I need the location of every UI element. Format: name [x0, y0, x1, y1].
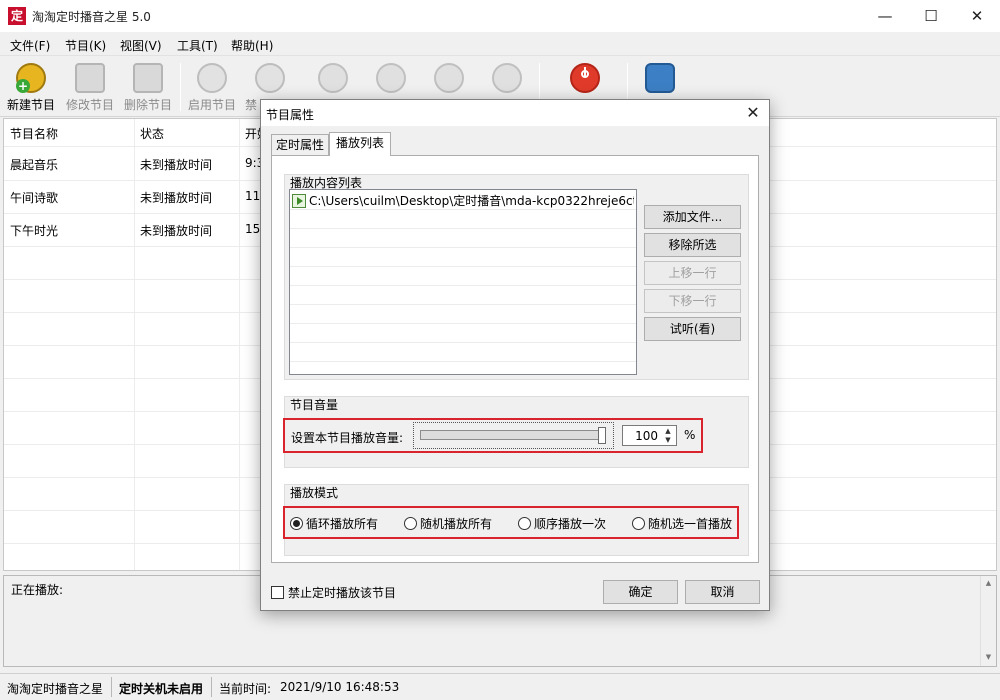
- menu-program[interactable]: 节目(K): [65, 37, 106, 54]
- arrow-top-icon: [318, 63, 348, 93]
- volume-group: 节目音量 设置本节目播放音量: 100 ▲ ▼ %: [283, 396, 749, 468]
- cell-status: 未到播放时间: [140, 158, 213, 172]
- cell-status: 未到播放时间: [140, 191, 213, 205]
- disable-timed-play-checkbox[interactable]: 禁止定时播放该节目: [271, 584, 396, 601]
- volume-value: 100: [635, 429, 658, 443]
- edit-document-icon: [75, 63, 105, 93]
- play-mode-highlight: 循环播放所有 随机播放所有 顺序播放一次 随机选一首播放: [283, 506, 739, 539]
- minimize-button[interactable]: —: [862, 0, 908, 32]
- playlist-item-path: C:\Users\cuilm\Desktop\定时播音\mda-kcp0322h…: [309, 194, 634, 208]
- edit-program-button[interactable]: 修改节目: [61, 61, 119, 115]
- disable-timed-play-label: 禁止定时播放该节目: [288, 586, 397, 600]
- close-button[interactable]: ✕: [954, 0, 1000, 32]
- menu-bar: 文件(F) 节目(K) 视图(V) 工具(T) 帮助(H): [0, 32, 1000, 56]
- volume-label: 设置本节目播放音量:: [291, 431, 404, 445]
- play-mode-group: 播放模式 循环播放所有 随机播放所有 顺序播放一次 随机选一首播放: [283, 484, 749, 556]
- volume-unit: %: [684, 428, 696, 442]
- maximize-button[interactable]: ☐: [908, 0, 954, 32]
- now-playing-scrollbar[interactable]: ▲ ▼: [980, 576, 996, 666]
- radio-sequential-once[interactable]: 顺序播放一次: [518, 515, 606, 532]
- radio-loop-all[interactable]: 循环播放所有: [290, 515, 378, 532]
- toolbar-separator: [180, 63, 181, 111]
- tab-playlist[interactable]: 播放列表: [329, 132, 391, 156]
- status-bar: 淘淘定时播音之星 定时关机未启用 当前时间: 2021/9/10 16:48:5…: [0, 673, 1000, 700]
- volume-group-title: 节目音量: [290, 398, 339, 412]
- radio-indicator: [404, 517, 417, 530]
- volume-highlight: 设置本节目播放音量: 100 ▲ ▼ %: [283, 418, 703, 453]
- move-up-row-button[interactable]: 上移一行: [644, 261, 741, 285]
- new-document-icon: +: [16, 63, 46, 93]
- radio-shuffle-all[interactable]: 随机播放所有: [404, 515, 492, 532]
- arrow-up-icon: [376, 63, 406, 93]
- playlist-listbox[interactable]: C:\Users\cuilm\Desktop\定时播音\mda-kcp0322h…: [289, 189, 637, 375]
- power-icon: [570, 63, 600, 93]
- arrow-bottom-icon: [492, 63, 522, 93]
- volume-slider-fill: [421, 431, 605, 439]
- status-time-value: 2021/9/10 16:48:53: [280, 680, 400, 694]
- checkbox-box: [271, 586, 284, 599]
- radio-indicator: [290, 517, 303, 530]
- list-item[interactable]: C:\Users\cuilm\Desktop\定时播音\mda-kcp0322h…: [292, 192, 634, 208]
- app-icon: 定: [8, 7, 26, 25]
- play-icon: [197, 63, 227, 93]
- tab-timing[interactable]: 定时属性: [271, 134, 329, 156]
- menu-view[interactable]: 视图(V): [120, 37, 162, 54]
- ok-button[interactable]: 确定: [603, 580, 678, 604]
- dialog-close-button[interactable]: ✕: [741, 102, 765, 124]
- now-playing-label: 正在播放:: [11, 583, 64, 597]
- cell-name: 下午时光: [10, 224, 59, 238]
- remove-selected-button[interactable]: 移除所选: [644, 233, 741, 257]
- dialog-title: 节目属性: [266, 108, 315, 122]
- radio-indicator: [518, 517, 531, 530]
- header-status[interactable]: 状态: [140, 125, 164, 142]
- arrow-down-icon: [434, 63, 464, 93]
- menu-help[interactable]: 帮助(H): [231, 37, 273, 54]
- cell-name: 午间诗歌: [10, 191, 59, 205]
- header-name[interactable]: 节目名称: [10, 125, 58, 142]
- playlist-tab-panel: 播放内容列表 C:\Users\cuilm\Desktop\定时播音\mda-k…: [271, 155, 759, 563]
- volume-slider[interactable]: [413, 422, 614, 449]
- radio-random-one[interactable]: 随机选一首播放: [632, 515, 732, 532]
- enable-program-button[interactable]: 启用节目: [183, 61, 241, 115]
- volume-slider-track: [420, 430, 606, 440]
- move-down-row-button[interactable]: 下移一行: [644, 289, 741, 313]
- new-program-button[interactable]: + 新建节目: [2, 61, 60, 115]
- add-file-button[interactable]: 添加文件...: [644, 205, 741, 229]
- spin-arrows-icon[interactable]: ▲ ▼: [662, 427, 674, 445]
- preview-button[interactable]: 试听(看): [644, 317, 741, 341]
- media-file-icon: [292, 194, 306, 208]
- title-bar: 定 淘淘定时播音之星 5.0 — ☐ ✕: [0, 0, 1000, 32]
- volume-stepper[interactable]: 100 ▲ ▼: [622, 425, 677, 446]
- play-mode-group-title: 播放模式: [290, 486, 339, 500]
- radio-indicator: [632, 517, 645, 530]
- menu-file[interactable]: 文件(F): [10, 37, 50, 54]
- volume-slider-thumb[interactable]: [598, 427, 606, 444]
- dialog-title-bar: 节目属性 ✕: [261, 100, 769, 126]
- cancel-button[interactable]: 取消: [685, 580, 760, 604]
- settings-gear-icon: [645, 63, 675, 93]
- status-app-name: 淘淘定时播音之星: [7, 682, 104, 696]
- menu-tools[interactable]: 工具(T): [177, 37, 218, 54]
- cell-name: 晨起音乐: [10, 158, 59, 172]
- window-title: 淘淘定时播音之星 5.0: [32, 10, 151, 24]
- delete-program-button[interactable]: 删除节目: [119, 61, 177, 115]
- status-shutdown: 定时关机未启用: [119, 682, 204, 696]
- cell-status: 未到播放时间: [140, 224, 213, 238]
- playlist-group: 播放内容列表 C:\Users\cuilm\Desktop\定时播音\mda-k…: [284, 174, 749, 380]
- program-properties-dialog: 节目属性 ✕ 定时属性 播放列表 播放内容列表 C:\Users\cuilm\D…: [260, 99, 770, 611]
- delete-document-icon: [133, 63, 163, 93]
- status-time-label: 当前时间:: [219, 682, 272, 696]
- disable-icon: [255, 63, 285, 93]
